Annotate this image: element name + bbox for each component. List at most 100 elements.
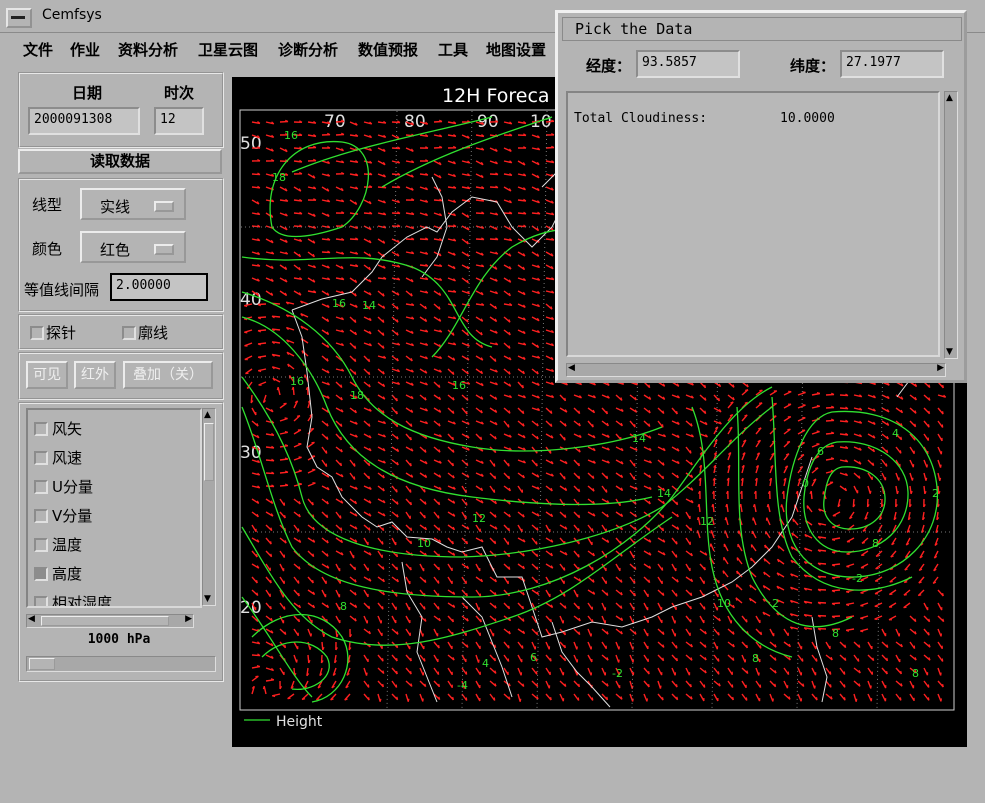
lat-field[interactable]: 27.1977 bbox=[840, 50, 944, 78]
menu-satellite[interactable]: 卫星云图 bbox=[198, 39, 258, 60]
color-value: 红色 bbox=[100, 241, 131, 259]
scroll-right-icon[interactable]: ▶ bbox=[185, 614, 192, 624]
line-type-menu[interactable]: 实线 bbox=[80, 188, 186, 220]
level-slider[interactable] bbox=[26, 656, 216, 672]
color-menu[interactable]: 红色 bbox=[80, 231, 186, 263]
contour-label: 12 bbox=[700, 515, 714, 528]
menu-diagnosis[interactable]: 诊断分析 bbox=[278, 39, 338, 60]
variable-item[interactable]: U分量 bbox=[28, 474, 198, 498]
scroll-left-icon[interactable]: ◀ bbox=[568, 363, 575, 373]
variable-panel: 风矢 风速 U分量 V分量 温度 高度 相对湿度 ▲ ▼ ◀ ▶ 1000 hPa bbox=[18, 402, 224, 682]
contour-label: 0 bbox=[802, 477, 809, 490]
menu-job[interactable]: 作业 bbox=[70, 39, 100, 60]
scroll-thumb[interactable] bbox=[41, 616, 169, 626]
contour-label: -2 bbox=[612, 667, 623, 680]
time-field[interactable]: 12 bbox=[154, 107, 204, 135]
variable-checkbox[interactable] bbox=[34, 451, 48, 465]
contour-label: 14 bbox=[362, 299, 376, 312]
contour-label: 8 bbox=[912, 667, 919, 680]
contour-label: 2 bbox=[932, 487, 939, 500]
time-label: 时次 bbox=[164, 84, 195, 102]
streamline-checkbox[interactable] bbox=[122, 326, 136, 340]
date-field[interactable]: 2000091308 bbox=[28, 107, 140, 135]
variable-list-vscrollbar[interactable]: ▲ ▼ bbox=[202, 408, 216, 606]
window-title: Cemfsys bbox=[42, 7, 102, 23]
variable-item[interactable]: V分量 bbox=[28, 503, 198, 527]
variable-checkbox[interactable] bbox=[34, 509, 48, 523]
streamline-label: 廓线 bbox=[138, 324, 169, 342]
lon-field[interactable]: 93.5857 bbox=[636, 50, 740, 78]
menu-forecast[interactable]: 数值预报 bbox=[358, 39, 418, 60]
contour-label: 6 bbox=[817, 445, 824, 458]
option-indicator-icon bbox=[154, 201, 174, 212]
contour-label: 6 bbox=[530, 651, 537, 664]
variable-item[interactable]: 风速 bbox=[28, 445, 198, 469]
output-vscrollbar[interactable]: ▲ ▼ bbox=[944, 91, 958, 359]
variable-checkbox[interactable] bbox=[34, 422, 48, 436]
option-indicator-icon bbox=[154, 244, 174, 255]
infrared-button[interactable]: 红外 bbox=[74, 361, 116, 389]
contour-label: 8 bbox=[832, 627, 839, 640]
variable-label: 风矢 bbox=[52, 420, 83, 438]
variable-label: 相对湿度 bbox=[52, 594, 113, 608]
visible-button[interactable]: 可见 bbox=[26, 361, 68, 389]
scroll-up-icon[interactable]: ▲ bbox=[204, 410, 211, 420]
menu-data-analysis[interactable]: 资料分析 bbox=[118, 39, 178, 60]
dialog-title-bar: Pick the Data bbox=[562, 17, 962, 41]
level-slider-thumb[interactable] bbox=[29, 658, 55, 670]
date-label: 日期 bbox=[72, 84, 103, 102]
scroll-up-icon[interactable]: ▲ bbox=[946, 93, 953, 103]
scroll-down-icon[interactable]: ▼ bbox=[946, 347, 953, 357]
variable-checkbox[interactable] bbox=[34, 596, 48, 606]
legend-label: Height bbox=[276, 714, 323, 730]
scroll-left-icon[interactable]: ◀ bbox=[28, 614, 35, 624]
window-menu-button[interactable] bbox=[6, 8, 32, 28]
contour-label: 8 bbox=[752, 652, 759, 665]
overlay-button[interactable]: 叠加（关） bbox=[123, 361, 213, 389]
contour-label: 8 bbox=[340, 600, 347, 613]
pick-data-dialog: Pick the Data 经度： 93.5857 纬度： 27.1977 To… bbox=[555, 10, 967, 383]
scroll-down-icon[interactable]: ▼ bbox=[204, 594, 211, 604]
contour-label: 10 bbox=[717, 597, 731, 610]
variable-label: 风速 bbox=[52, 449, 83, 467]
contour-label: -4 bbox=[457, 679, 468, 692]
variable-checkbox[interactable] bbox=[34, 567, 48, 581]
contour-label: 14 bbox=[657, 487, 671, 500]
contour-label: 18 bbox=[350, 389, 364, 402]
variable-list: 风矢风速 U分量 V分量温度高度相对湿度 bbox=[26, 408, 202, 608]
variable-item[interactable]: 温度 bbox=[28, 532, 198, 556]
read-data-button[interactable]: 读取数据 bbox=[18, 149, 222, 174]
dialog-title: Pick the Data bbox=[575, 20, 693, 38]
menu-file[interactable]: 文件 bbox=[23, 39, 53, 60]
variable-item[interactable]: 风矢 bbox=[28, 416, 198, 440]
date-panel: 日期 时次 2000091308 12 bbox=[18, 72, 224, 148]
scroll-thumb[interactable] bbox=[204, 423, 214, 481]
lat-label: 纬度： bbox=[790, 57, 836, 75]
variable-label: V分量 bbox=[52, 507, 93, 525]
contour-label: 16 bbox=[290, 375, 304, 388]
mode-panel: 可见 红外 叠加（关） bbox=[18, 352, 224, 400]
probe-checkbox[interactable] bbox=[30, 326, 44, 340]
color-label: 颜色 bbox=[32, 240, 63, 258]
variable-item[interactable]: 相对湿度 bbox=[28, 590, 198, 608]
output-text-area[interactable]: Total Cloudiness: 10.0000 bbox=[566, 91, 940, 357]
contour-label: 2 bbox=[772, 597, 779, 610]
interval-label: 等值线间隔 bbox=[24, 281, 100, 299]
output-label: Total Cloudiness: bbox=[574, 111, 708, 126]
variable-item[interactable]: 高度 bbox=[28, 561, 198, 585]
output-hscrollbar[interactable]: ◀ ▶ bbox=[566, 363, 946, 377]
variable-list-hscrollbar[interactable]: ◀ ▶ bbox=[26, 614, 194, 628]
menu-map-settings[interactable]: 地图设置 bbox=[486, 39, 546, 60]
menu-tools[interactable]: 工具 bbox=[438, 39, 468, 60]
interval-field[interactable]: 2.00000 bbox=[110, 273, 208, 301]
output-value: 10.0000 bbox=[780, 111, 835, 126]
contour-label: 4 bbox=[892, 427, 899, 440]
variable-checkbox[interactable] bbox=[34, 538, 48, 552]
contour-label: 16 bbox=[332, 297, 346, 310]
style-panel: 线型 实线 颜色 红色 等值线间隔 2.00000 bbox=[18, 178, 224, 312]
scroll-right-icon[interactable]: ▶ bbox=[937, 363, 944, 373]
variable-checkbox[interactable] bbox=[34, 480, 48, 494]
main-window: Cemfsys 文件 作业 资料分析 卫星云图 诊断分析 数值预报 工具 地图设… bbox=[0, 0, 985, 803]
lat-tick-label: 20 bbox=[240, 598, 262, 618]
contour-label: 16 bbox=[284, 129, 298, 142]
